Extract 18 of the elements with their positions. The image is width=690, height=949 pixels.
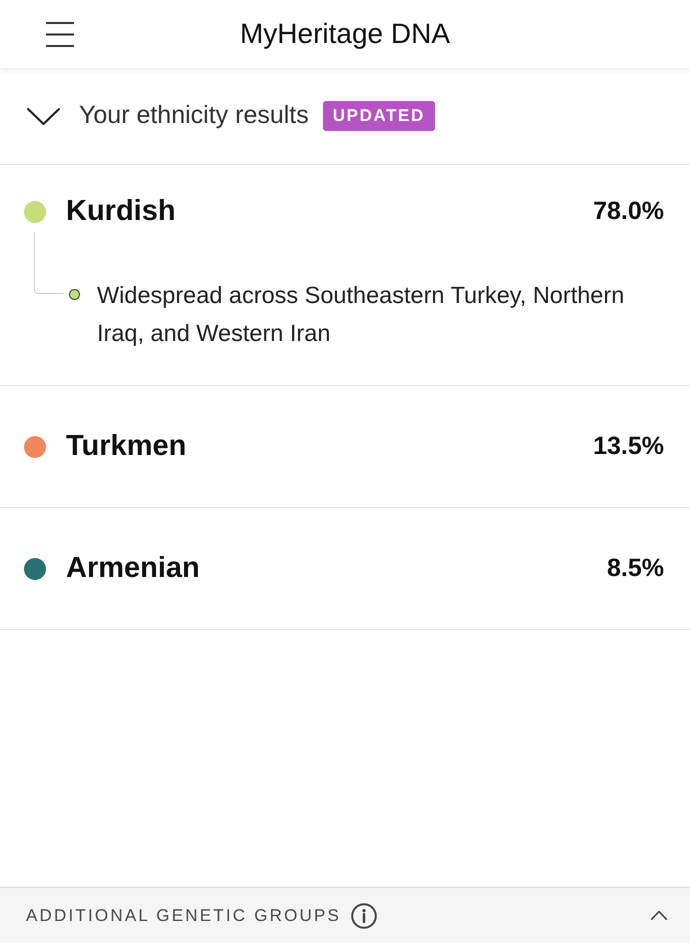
ethnicity-percent: 78.0% bbox=[593, 196, 664, 228]
chevron-icon[interactable] bbox=[27, 108, 60, 124]
ethnicity-name: Turkmen bbox=[66, 428, 186, 464]
region-description: Widespread across Southeastern Turkey, Northern Iraq, and Western Iran bbox=[97, 281, 626, 348]
chevron-icon[interactable] bbox=[651, 911, 667, 920]
app-title: MyHeritage DNA bbox=[240, 17, 450, 51]
info-icon[interactable] bbox=[351, 902, 378, 928]
ethnicity-name: Armenian bbox=[66, 550, 200, 586]
ethnicity-section-header[interactable]: Your ethnicity results UPDATED bbox=[0, 68, 690, 165]
menu-icon[interactable] bbox=[46, 22, 74, 46]
additional-groups-label: ADDITIONAL GENETIC GROUPS bbox=[26, 904, 342, 927]
ethnicity-percent: 13.5% bbox=[593, 430, 664, 462]
additional-groups-bar[interactable]: ADDITIONAL GENETIC GROUPS bbox=[0, 887, 690, 943]
section-title: Your ethnicity results bbox=[79, 100, 309, 132]
ethnicity-percent: 8.5% bbox=[607, 552, 664, 584]
updated-badge: UPDATED bbox=[322, 101, 435, 131]
tree-connector bbox=[34, 232, 64, 294]
ethnicity-name: Kurdish bbox=[66, 194, 176, 230]
